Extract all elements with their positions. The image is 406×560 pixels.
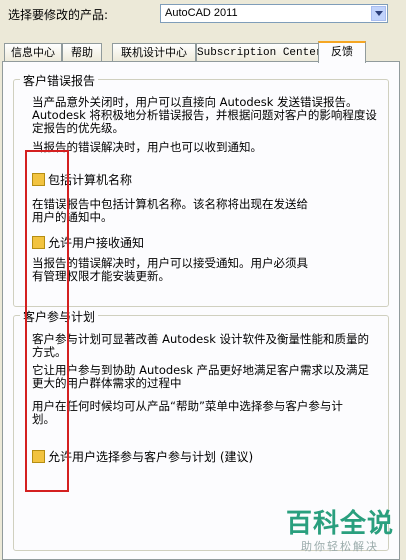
error-report-intro: 当产品意外关闭时，用户可以直接向 Autodesk 发送错误报告。 Autode… (32, 95, 377, 135)
error-report-title: 客户错误报告 (20, 72, 99, 89)
tab-info-center[interactable]: 信息中心 (4, 43, 62, 62)
dropdown-arrow-icon[interactable] (371, 6, 386, 21)
tab-help[interactable]: 帮助 (62, 43, 102, 62)
participation-p2: 它让用户参与到协助 Autodesk 产品更好地满足客户需求以及满足 更大的用户… (32, 363, 370, 390)
tab-online-design-center[interactable]: 联机设计中心 (112, 43, 196, 62)
product-select-label: 选择要修改的产品: (8, 8, 109, 22)
tab-feedback[interactable]: 反馈 (318, 41, 366, 63)
participation-p1: 客户参与计划可显著改善 Autodesk 设计软件及衡量性能和质量的 方式。 (32, 332, 370, 359)
tab-subscription-center[interactable]: Subscription Center (196, 43, 322, 62)
watermark-subtitle: 助你轻松解决 (300, 540, 379, 553)
product-dropdown[interactable]: AutoCAD 2011 (160, 4, 388, 23)
annotation-highlight-box (25, 150, 69, 492)
participate-program-label[interactable]: 允许用户选择参与客户参与计划 (建议) (48, 448, 253, 465)
participation-p3: 用户在任何时候均可从产品“帮助”菜单中选择参与客户参与计 划。 (32, 399, 343, 426)
watermark: 百科全说 助你轻松解决 (286, 503, 394, 554)
product-dropdown-value: AutoCAD 2011 (165, 7, 238, 19)
include-computer-name-desc: 在错误报告中包括计算机名称。该名称将出现在发送给 用户的通知中。 (32, 197, 308, 224)
watermark-logo: 百科全说 (285, 509, 394, 539)
allow-notifications-desc: 当报告的错误解决时，用户可以接受通知。用户必须具 有管理权限才能安装更新。 (32, 256, 308, 283)
error-report-notify: 当报告的错误解决时，用户也可以收到通知。 (32, 140, 262, 154)
